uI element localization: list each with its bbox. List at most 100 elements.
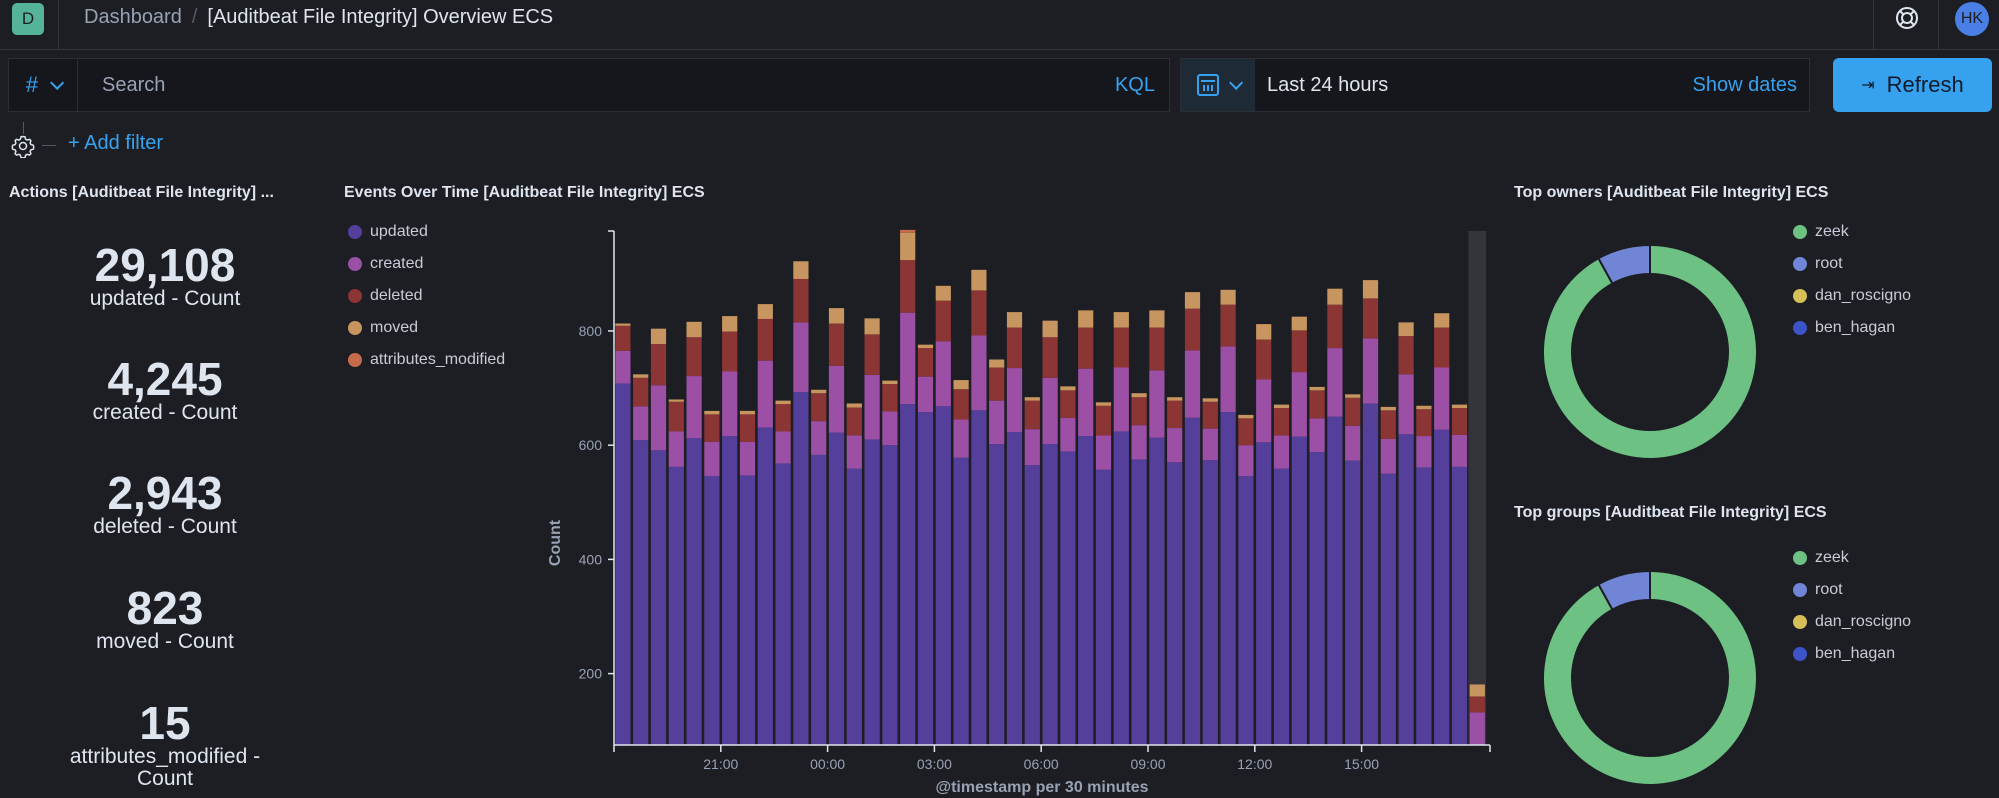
breadcrumb-dashboard[interactable]: Dashboard (84, 6, 182, 29)
bar-segment-created[interactable] (1078, 368, 1094, 437)
refresh-button[interactable]: ⇥ Refresh (1833, 58, 1992, 112)
bar-segment-updated[interactable] (757, 427, 773, 745)
bar-segment-updated[interactable] (1184, 417, 1201, 745)
bar-segment-moved[interactable] (1095, 402, 1112, 406)
bar-segment-created[interactable] (686, 376, 702, 439)
bar-segment-created[interactable] (1095, 435, 1112, 470)
bar-segment-deleted[interactable] (1327, 304, 1343, 349)
bar-segment-moved[interactable] (989, 359, 1005, 368)
bar-segment-updated[interactable] (615, 383, 631, 745)
bar-segment-updated[interactable] (704, 476, 720, 745)
bar-segment-updated[interactable] (1291, 436, 1307, 745)
bar-segment-created[interactable] (668, 431, 684, 467)
bar-segment-deleted[interactable] (1469, 696, 1485, 713)
bar-segment-moved[interactable] (1042, 320, 1058, 338)
bar-segment-moved[interactable] (704, 410, 720, 415)
bar-segment-deleted[interactable] (722, 331, 738, 372)
bar-segment-deleted[interactable] (953, 389, 969, 420)
bar-segment-moved[interactable] (1220, 289, 1236, 305)
bar-segment-updated[interactable] (1220, 412, 1236, 745)
bar-segment-moved[interactable] (668, 399, 684, 402)
bar-segment-deleted[interactable] (668, 401, 684, 432)
bar-segment-created[interactable] (1167, 428, 1183, 463)
donut-slice-zeek[interactable] (1542, 243, 1758, 460)
bar-segment-updated[interactable] (1398, 434, 1414, 745)
bar-segment-moved[interactable] (739, 410, 756, 415)
add-filter-button[interactable]: + Add filter (68, 132, 163, 155)
bar-segment-updated[interactable] (1273, 468, 1290, 745)
bar-segment-updated[interactable] (775, 463, 791, 745)
bar-segment-updated[interactable] (722, 436, 738, 745)
search-input[interactable] (78, 59, 1115, 111)
bar-segment-updated[interactable] (1095, 469, 1112, 745)
bar-segment-moved[interactable] (1291, 316, 1307, 331)
bar-segment-moved[interactable] (793, 261, 809, 279)
bar-segment-created[interactable] (615, 350, 631, 384)
bar-segment-updated[interactable] (1451, 466, 1468, 745)
bar-segment-moved[interactable] (1131, 393, 1147, 398)
bar-segment-updated[interactable] (1202, 460, 1218, 745)
bar-segment-moved[interactable] (917, 344, 934, 349)
show-dates-button[interactable]: Show dates (1692, 74, 1797, 97)
bar-segment-deleted[interactable] (1149, 327, 1165, 371)
bar-segment-updated[interactable] (793, 392, 809, 745)
bar-segment-updated[interactable] (1131, 459, 1147, 745)
bar-segment-deleted[interactable] (1238, 418, 1254, 446)
bar-segment-deleted[interactable] (1362, 298, 1379, 339)
user-avatar[interactable]: HK (1955, 2, 1989, 36)
bar-segment-created[interactable] (1309, 418, 1325, 453)
bar-segment-moved[interactable] (1202, 398, 1218, 402)
bar-segment-moved[interactable] (1113, 312, 1129, 328)
bar-segment-updated[interactable] (1060, 451, 1076, 745)
bar-segment-updated[interactable] (1042, 444, 1058, 745)
bar-segment-moved[interactable] (1256, 324, 1272, 340)
bar-segment-moved[interactable] (846, 403, 862, 408)
bar-segment-deleted[interactable] (686, 337, 702, 377)
bar-segment-created[interactable] (1362, 338, 1379, 404)
bar-segment-deleted[interactable] (1024, 400, 1040, 430)
bar-segment-updated[interactable] (882, 445, 898, 745)
bar-segment-updated[interactable] (828, 432, 845, 745)
bar-segment-updated[interactable] (1256, 442, 1272, 745)
bar-segment-updated[interactable] (971, 410, 987, 745)
bar-segment-moved[interactable] (953, 380, 969, 390)
bar-segment-created[interactable] (917, 376, 934, 413)
bar-segment-deleted[interactable] (1291, 330, 1307, 373)
bar-segment-deleted[interactable] (864, 334, 880, 375)
bar-segment-created[interactable] (1202, 428, 1218, 461)
bar-segment-created[interactable] (1220, 346, 1236, 413)
bar-segment-moved[interactable] (900, 232, 916, 261)
bar-segment-deleted[interactable] (704, 414, 720, 442)
bar-segment-created[interactable] (1469, 712, 1485, 745)
bar-segment-created[interactable] (1273, 435, 1290, 469)
bar-segment-updated[interactable] (1309, 452, 1325, 745)
bar-segment-deleted[interactable] (1434, 327, 1450, 368)
bar-segment-updated[interactable] (1238, 476, 1254, 745)
bar-segment-created[interactable] (846, 435, 862, 469)
bar-segment-deleted[interactable] (971, 290, 987, 336)
bar-segment-created[interactable] (633, 406, 649, 441)
bar-segment-updated[interactable] (1327, 416, 1343, 745)
bar-segment-updated[interactable] (1167, 462, 1183, 745)
bar-segment-deleted[interactable] (739, 414, 756, 442)
bar-segment-deleted[interactable] (935, 300, 951, 342)
bar-segment-updated[interactable] (953, 457, 969, 745)
bar-segment-moved[interactable] (1060, 386, 1076, 391)
bar-segment-deleted[interactable] (846, 407, 862, 436)
time-range-label[interactable]: Last 24 hours (1255, 74, 1692, 97)
bar-segment-updated[interactable] (1113, 431, 1129, 745)
bar-segment-moved[interactable] (1345, 394, 1361, 398)
bar-segment-created[interactable] (953, 419, 969, 458)
bar-segment-moved[interactable] (1309, 386, 1325, 391)
bar-segment-updated[interactable] (1345, 460, 1361, 745)
bar-segment-created[interactable] (882, 411, 898, 446)
bar-segment-updated[interactable] (846, 468, 862, 745)
gear-icon[interactable] (11, 134, 35, 158)
bar-segment-deleted[interactable] (1380, 410, 1396, 439)
bar-segment-deleted[interactable] (1220, 304, 1236, 347)
bar-segment-created[interactable] (864, 374, 880, 440)
bar-segment-updated[interactable] (1024, 465, 1040, 745)
bar-segment-deleted[interactable] (989, 367, 1005, 401)
bar-segment-created[interactable] (793, 322, 809, 393)
bar-segment-deleted[interactable] (900, 260, 916, 313)
